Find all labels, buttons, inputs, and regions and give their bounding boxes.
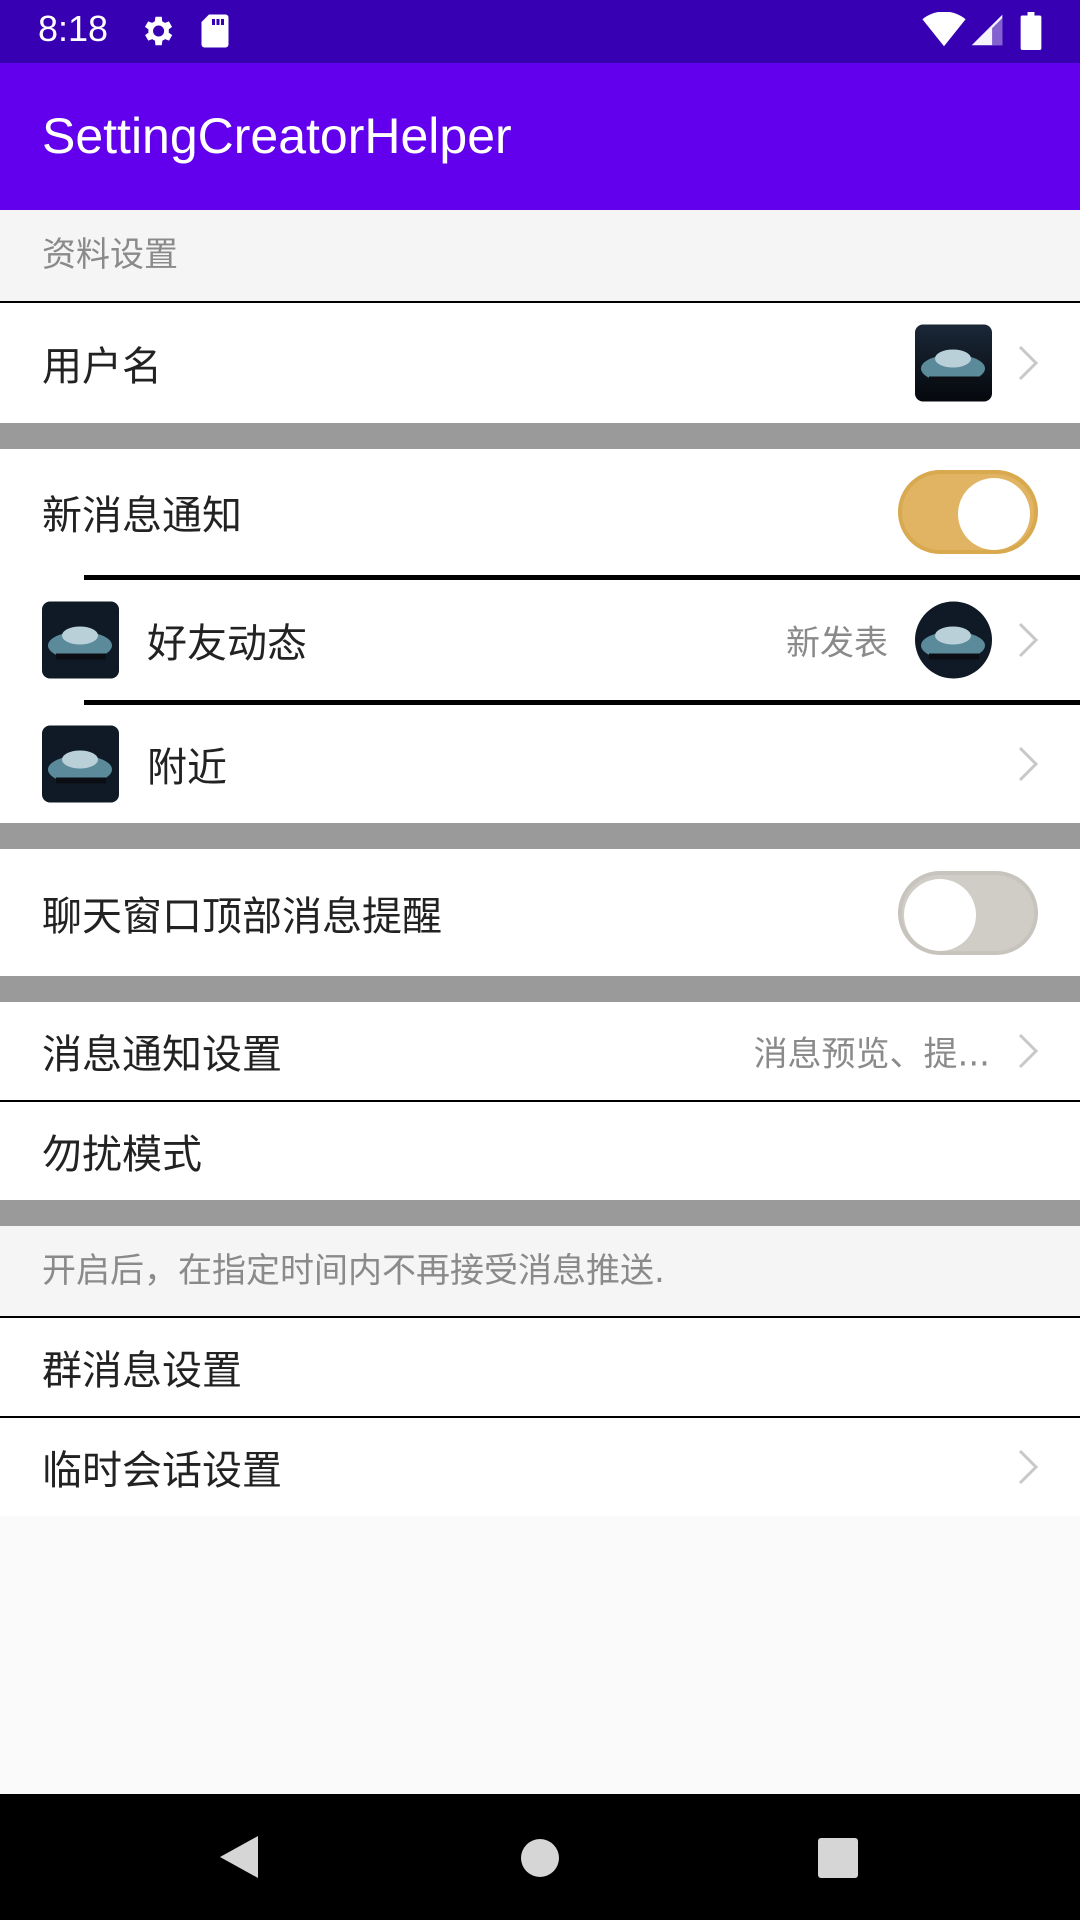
car-thumbnail-icon — [42, 601, 119, 679]
chevron-right-icon — [1018, 622, 1039, 658]
back-icon[interactable] — [218, 1834, 260, 1880]
chevron-right-icon — [1018, 746, 1039, 782]
row-username[interactable]: 用户名 — [0, 303, 1080, 423]
toggle-knob — [958, 478, 1030, 550]
home-icon[interactable] — [520, 1838, 560, 1878]
row-chat-top-reminder[interactable]: 聊天窗口顶部消息提醒 — [0, 849, 1080, 976]
row-chat-top-reminder-title: 聊天窗口顶部消息提醒 — [42, 893, 442, 940]
row-new-message-title: 新消息通知 — [42, 493, 242, 539]
section-gap — [0, 423, 1080, 449]
row-nearby-title: 附近 — [147, 745, 227, 791]
recents-icon[interactable] — [818, 1838, 858, 1878]
row-dnd-title: 勿扰模式 — [42, 1132, 202, 1178]
row-new-message[interactable]: 新消息通知 — [0, 449, 1080, 575]
app-bar: SettingCreatorHelper — [0, 63, 1080, 210]
section-header-profile: 资料设置 — [0, 210, 1080, 301]
row-temp-chat-settings-title: 临时会话设置 — [42, 1448, 282, 1494]
car-thumbnail-icon — [42, 725, 119, 803]
car-avatar-icon — [915, 324, 992, 402]
settings-list: 资料设置 用户名 新消息通知 好友动态 新发表 附近 聊天窗口顶部消息提醒 消息… — [0, 210, 1080, 1516]
row-temp-chat-settings[interactable]: 临时会话设置 — [0, 1418, 1080, 1516]
new-message-toggle[interactable] — [898, 470, 1038, 554]
row-nearby[interactable]: 附近 — [0, 705, 1080, 823]
status-bar: 8:18 — [0, 0, 1080, 63]
row-notification-settings-title: 消息通知设置 — [42, 1032, 282, 1078]
sd-card-icon — [201, 14, 229, 48]
toggle-knob — [904, 878, 976, 951]
section-gap — [0, 823, 1080, 849]
row-notification-settings-subtitle: 消息预览、提... — [753, 1034, 990, 1075]
chevron-right-icon — [1018, 1033, 1039, 1069]
row-friend-feed-title: 好友动态 — [147, 621, 307, 667]
row-dnd[interactable]: 勿扰模式 — [0, 1102, 1080, 1200]
row-group-settings[interactable]: 群消息设置 — [0, 1318, 1080, 1416]
navigation-bar — [0, 1794, 1080, 1920]
row-friend-feed-subtitle: 新发表 — [786, 623, 888, 664]
app-title: SettingCreatorHelper — [42, 108, 512, 164]
status-time: 8:18 — [38, 8, 109, 49]
signal-icon — [971, 14, 1003, 46]
row-friend-feed[interactable]: 好友动态 新发表 — [0, 580, 1080, 700]
section-gap — [0, 1200, 1080, 1226]
section-gap — [0, 976, 1080, 1002]
row-username-title: 用户名 — [42, 344, 162, 390]
car-avatar-round-icon — [915, 601, 992, 679]
gear-icon — [144, 16, 173, 46]
chat-top-reminder-toggle[interactable] — [898, 870, 1038, 955]
chevron-right-icon — [1018, 1449, 1039, 1485]
chevron-right-icon — [1018, 345, 1039, 381]
dnd-note: 开启后，在指定时间内不再接受消息推送. — [0, 1226, 1080, 1316]
battery-icon — [1020, 12, 1042, 50]
row-notification-settings[interactable]: 消息通知设置 消息预览、提... — [0, 1002, 1080, 1100]
row-group-settings-title: 群消息设置 — [42, 1348, 242, 1394]
wifi-icon — [922, 12, 966, 47]
